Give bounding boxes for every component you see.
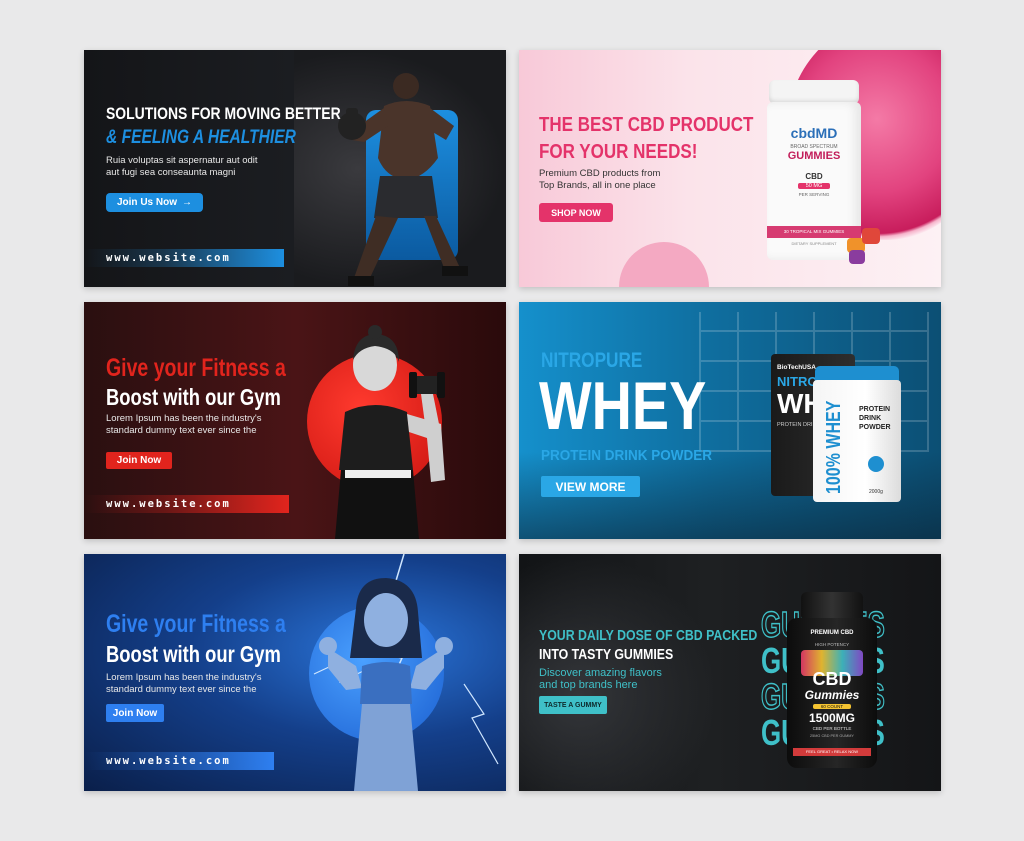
title-line-2: & FEELING A HEALTHIER (106, 127, 296, 148)
body-line-1: Lorem Ipsum has been the industry's (106, 413, 262, 424)
join-us-now-label: Join Us Now (116, 197, 177, 208)
website-url[interactable]: www.website.com (106, 755, 231, 767)
body-line-2: Top Brands, all in one place (539, 180, 656, 191)
bottle-potency: HIGH POTENCY (814, 642, 850, 647)
title-line-1: SOLUTIONS FOR MOVING BETTER (106, 104, 341, 123)
banner-gym-blue: Give your Fitness a Boost with our Gym L… (84, 554, 506, 791)
woman-flexing-image (319, 578, 453, 791)
whey-title: WHEY (539, 368, 707, 444)
jar-lid (769, 80, 859, 104)
body-line-1: Ruia voluptas sit aspernatur aut odit (106, 155, 258, 166)
tub-flavor-dot (868, 456, 884, 472)
woman-with-dumbbell-image (335, 325, 445, 539)
gummy-candy-purple (849, 250, 865, 264)
join-now-button[interactable]: Join Now (106, 452, 172, 469)
title-line-1: Give your Fitness a (106, 610, 286, 638)
jar-per: PER SERVING (798, 192, 830, 197)
title-line-2: INTO TASTY GUMMIES (539, 647, 674, 663)
join-us-now-button[interactable]: Join Us Now → (106, 193, 203, 212)
tub-line-3: POWDER (859, 424, 891, 431)
whey-protein-tub: 100% WHEY PROTEIN DRINK POWDER 2000g (813, 366, 901, 502)
title-line-1: THE BEST CBD PRODUCT (539, 114, 754, 136)
jar-cbd: CBD (805, 172, 823, 181)
tub-line-2: DRINK (859, 415, 882, 422)
jar-name: GUMMIES (787, 150, 841, 162)
join-now-button[interactable]: Join Now (106, 704, 164, 722)
bottle-count: 60 COUNT (813, 704, 851, 709)
body-line-2: standard dummy text ever since the (106, 425, 257, 436)
body-line-2: aut fugi sea conseaunta magni (106, 167, 236, 178)
pink-circle-decoration (619, 242, 709, 287)
body-line-1: Lorem Ipsum has been the industry's (106, 672, 262, 683)
website-url[interactable]: www.website.com (106, 498, 231, 510)
bottle-mg: 1500MG (808, 711, 856, 725)
bottle-gummies: Gummies (804, 688, 860, 702)
view-more-button[interactable]: VIEW MORE (541, 476, 640, 497)
athlete-with-kettlebell-image (338, 73, 468, 286)
body-line-2: and top brands here (539, 679, 638, 691)
arrow-right-icon: → (182, 197, 192, 208)
body-line-1: Discover amazing flavors (539, 667, 662, 679)
banner-gym-red: Give your Fitness a Boost with our Gym L… (84, 302, 506, 539)
title-line-2: Boost with our Gym (106, 641, 281, 667)
gummy-candy-red (862, 228, 880, 244)
bottle-small: 25MG CBD PER GUMMY (810, 734, 854, 738)
bottle-footer-band: FEEL GREAT • RELAX NOW (793, 748, 871, 756)
title-line-2: FOR YOUR NEEDS! (539, 141, 698, 163)
tub-line-1: PROTEIN (859, 406, 891, 413)
body-line-2: standard dummy text ever since the (106, 684, 257, 695)
title-line-1: Give your Fitness a (106, 354, 286, 382)
tub-weight: 2000g (869, 489, 883, 495)
tub-big-text: 100% WHEY (823, 400, 845, 494)
banner-cbd-product: THE BEST CBD PRODUCT FOR YOUR NEEDS! Pre… (519, 50, 941, 287)
title-line-1: YOUR DAILY DOSE OF CBD PACKED (539, 628, 758, 644)
jar-brand: cbdMD (790, 125, 838, 141)
pack-brand: BioTechUSA (777, 364, 816, 371)
jar-count-band: 30 TROPICAL MIX GUMMIES (767, 226, 861, 238)
shop-now-button[interactable]: SHOP NOW (539, 203, 613, 222)
jar-mg-badge: 50 MG (798, 183, 830, 189)
title-line-2: Boost with our Gym (106, 384, 281, 410)
body-line-1: Premium CBD products from (539, 168, 661, 179)
cbd-gummies-bottle: PREMIUM CBD HIGH POTENCY CBD Gummies 60 … (787, 592, 877, 768)
pack-name: NITRO (777, 374, 818, 389)
bottle-top-label: PREMIUM CBD (810, 630, 854, 636)
banner-whey-protein: NITROPURE WHEY PROTEIN DRINK POWDER VIEW… (519, 302, 941, 539)
taste-a-gummy-button[interactable]: TASTE A GUMMY (539, 696, 607, 714)
banner-fitness-kettlebell: SOLUTIONS FOR MOVING BETTER & FEELING A … (84, 50, 506, 287)
cbd-gummies-jar: cbdMD BROAD SPECTRUM GUMMIES CBD 50 MG P… (767, 80, 861, 260)
banner-cbd-gummies-dark: GUMMIES GUMMIES GUMMIES GUMMIES PREMIUM … (519, 554, 941, 791)
bottle-per: CBD PER BOTTLE (812, 726, 852, 731)
bottle-cbd: CBD (812, 669, 852, 689)
subtitle: PROTEIN DRINK POWDER (541, 447, 713, 464)
website-url[interactable]: www.website.com (106, 252, 231, 264)
